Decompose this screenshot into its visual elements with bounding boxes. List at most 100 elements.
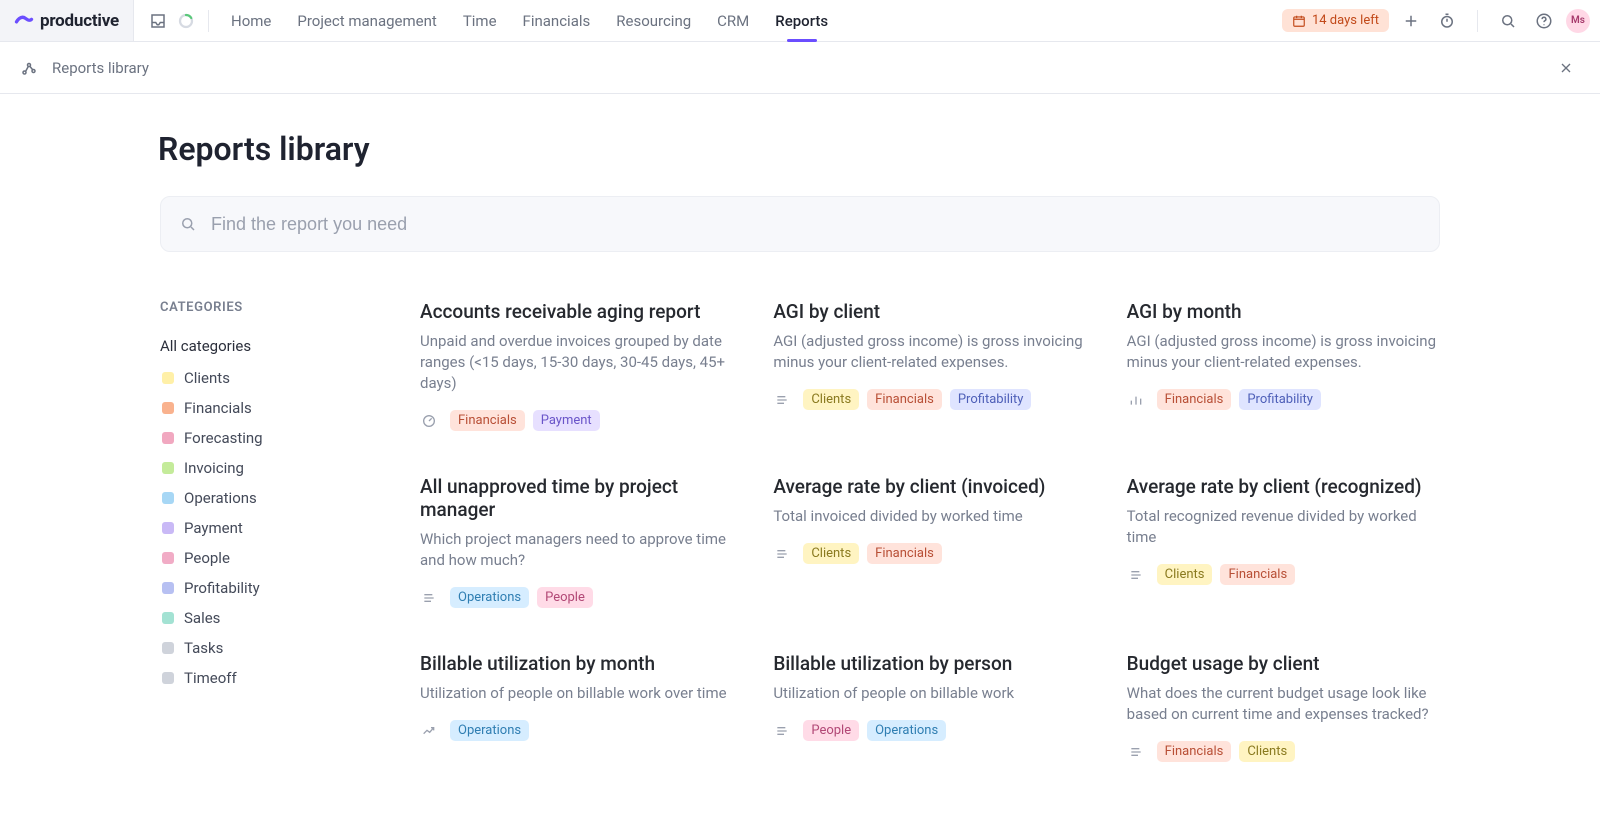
network-graph-icon — [20, 59, 38, 77]
category-swatch — [162, 672, 174, 684]
report-description: Utilization of people on billable work o… — [420, 683, 733, 704]
tag-financials: Financials — [1220, 564, 1295, 585]
trial-badge[interactable]: 14 days left — [1282, 9, 1389, 32]
nav-tab-home[interactable]: Home — [229, 0, 273, 41]
report-title: Average rate by client (invoiced) — [773, 475, 1086, 498]
tag-payment: Payment — [533, 410, 600, 431]
report-footer: FinancialsProfitability — [1127, 389, 1440, 410]
list-icon — [1127, 566, 1145, 584]
search-icon — [179, 215, 197, 233]
report-card[interactable]: Budget usage by clientWhat does the curr… — [1127, 652, 1440, 762]
category-operations[interactable]: Operations — [160, 483, 360, 513]
search-box[interactable] — [160, 196, 1440, 252]
report-title: Average rate by client (recognized) — [1127, 475, 1440, 498]
report-footer: PeopleOperations — [773, 720, 1086, 741]
category-timeoff[interactable]: Timeoff — [160, 663, 360, 693]
search-input[interactable] — [211, 214, 1421, 235]
report-description: AGI (adjusted gross income) is gross inv… — [773, 331, 1086, 373]
tag-financials: Financials — [867, 543, 942, 564]
category-payment[interactable]: Payment — [160, 513, 360, 543]
bars-icon — [1127, 391, 1145, 409]
timer-button[interactable] — [1433, 7, 1461, 35]
category-all-categories[interactable]: All categories — [158, 331, 360, 361]
report-description: Total invoiced divided by worked time — [773, 506, 1086, 527]
category-sales[interactable]: Sales — [160, 603, 360, 633]
page-title: Reports library — [158, 130, 1440, 168]
report-footer: Operations — [420, 720, 733, 741]
search-button[interactable] — [1494, 7, 1522, 35]
report-title: Billable utilization by person — [773, 652, 1086, 675]
tag-operations: Operations — [450, 587, 529, 608]
nav-tab-time[interactable]: Time — [461, 0, 499, 41]
category-label: All categories — [160, 337, 251, 355]
gauge-icon — [420, 412, 438, 430]
report-footer: ClientsFinancials — [1127, 564, 1440, 585]
category-label: Tasks — [184, 639, 223, 657]
report-description: Unpaid and overdue invoices grouped by d… — [420, 331, 733, 394]
tag-profitability: Profitability — [1239, 389, 1321, 410]
report-footer: ClientsFinancials — [773, 543, 1086, 564]
category-swatch — [162, 642, 174, 654]
report-card[interactable]: Average rate by client (invoiced) Total i… — [773, 475, 1086, 608]
nav-tab-crm[interactable]: CRM — [715, 0, 751, 41]
report-footer: Clients Financials Profitability — [773, 389, 1086, 410]
avatar[interactable]: Ms — [1566, 9, 1590, 33]
report-card[interactable]: Accounts receivable aging report Unpaid a… — [420, 300, 733, 431]
close-icon — [1558, 60, 1574, 76]
report-description: Which project managers need to approve t… — [420, 529, 733, 571]
category-profitability[interactable]: Profitability — [160, 573, 360, 603]
category-people[interactable]: People — [160, 543, 360, 573]
tag-operations: Operations — [450, 720, 529, 741]
activity-ring-icon[interactable] — [172, 7, 200, 35]
report-card[interactable]: Billable utilization by monthUtilization… — [420, 652, 733, 762]
nav-tab-resourcing[interactable]: Resourcing — [614, 0, 693, 41]
report-card[interactable]: AGI by client AGI (adjusted gross income)… — [773, 300, 1086, 431]
close-button[interactable] — [1552, 54, 1580, 82]
report-title: AGI by month — [1127, 300, 1440, 323]
inbox-icon[interactable] — [144, 7, 172, 35]
list-icon — [773, 391, 791, 409]
tag-clients: Clients — [803, 389, 859, 410]
tag-clients: Clients — [1239, 741, 1295, 762]
nav-tab-reports[interactable]: Reports — [773, 0, 830, 41]
report-title: AGI by client — [773, 300, 1086, 323]
report-card[interactable]: Billable utilization by person Utilizatio… — [773, 652, 1086, 762]
nav-tab-project-management[interactable]: Project management — [295, 0, 438, 41]
report-card[interactable]: Average rate by client (recognized)Total… — [1127, 475, 1440, 608]
report-description: Utilization of people on billable work — [773, 683, 1086, 704]
report-title: All unapproved time by project manager — [420, 475, 733, 521]
add-button[interactable] — [1397, 7, 1425, 35]
category-invoicing[interactable]: Invoicing — [160, 453, 360, 483]
category-label: Financials — [184, 399, 252, 417]
categories-heading: CATEGORIES — [160, 300, 360, 315]
trend-icon — [420, 722, 438, 740]
brand-mark-icon — [14, 11, 34, 31]
category-swatch — [162, 402, 174, 414]
top-navigation: productive Home Project management Time Fin… — [0, 0, 1600, 42]
report-card[interactable]: AGI by monthAGI (adjusted gross income) … — [1127, 300, 1440, 431]
report-footer: OperationsPeople — [420, 587, 733, 608]
brand-logo[interactable]: productive — [0, 0, 134, 41]
report-card[interactable]: All unapproved time by project manager Wh… — [420, 475, 733, 608]
category-forecasting[interactable]: Forecasting — [160, 423, 360, 453]
tag-financials: Financials — [867, 389, 942, 410]
breadcrumb: Reports library — [52, 59, 149, 77]
category-swatch — [162, 462, 174, 474]
tag-operations: Operations — [867, 720, 946, 741]
category-tasks[interactable]: Tasks — [160, 633, 360, 663]
reports-grid: Accounts receivable aging report Unpaid a… — [420, 300, 1440, 762]
report-title: Accounts receivable aging report — [420, 300, 733, 323]
tag-profitability: Profitability — [950, 389, 1032, 410]
stopwatch-icon — [1438, 12, 1456, 30]
nav-tab-financials[interactable]: Financials — [521, 0, 593, 41]
list-icon — [420, 589, 438, 607]
page-subheader: Reports library — [0, 42, 1600, 94]
category-financials[interactable]: Financials — [160, 393, 360, 423]
tag-financials: Financials — [450, 410, 525, 431]
category-clients[interactable]: Clients — [160, 363, 360, 393]
category-label: Forecasting — [184, 429, 263, 447]
list-icon — [773, 722, 791, 740]
help-button[interactable] — [1530, 7, 1558, 35]
category-label: Profitability — [184, 579, 260, 597]
category-swatch — [162, 432, 174, 444]
